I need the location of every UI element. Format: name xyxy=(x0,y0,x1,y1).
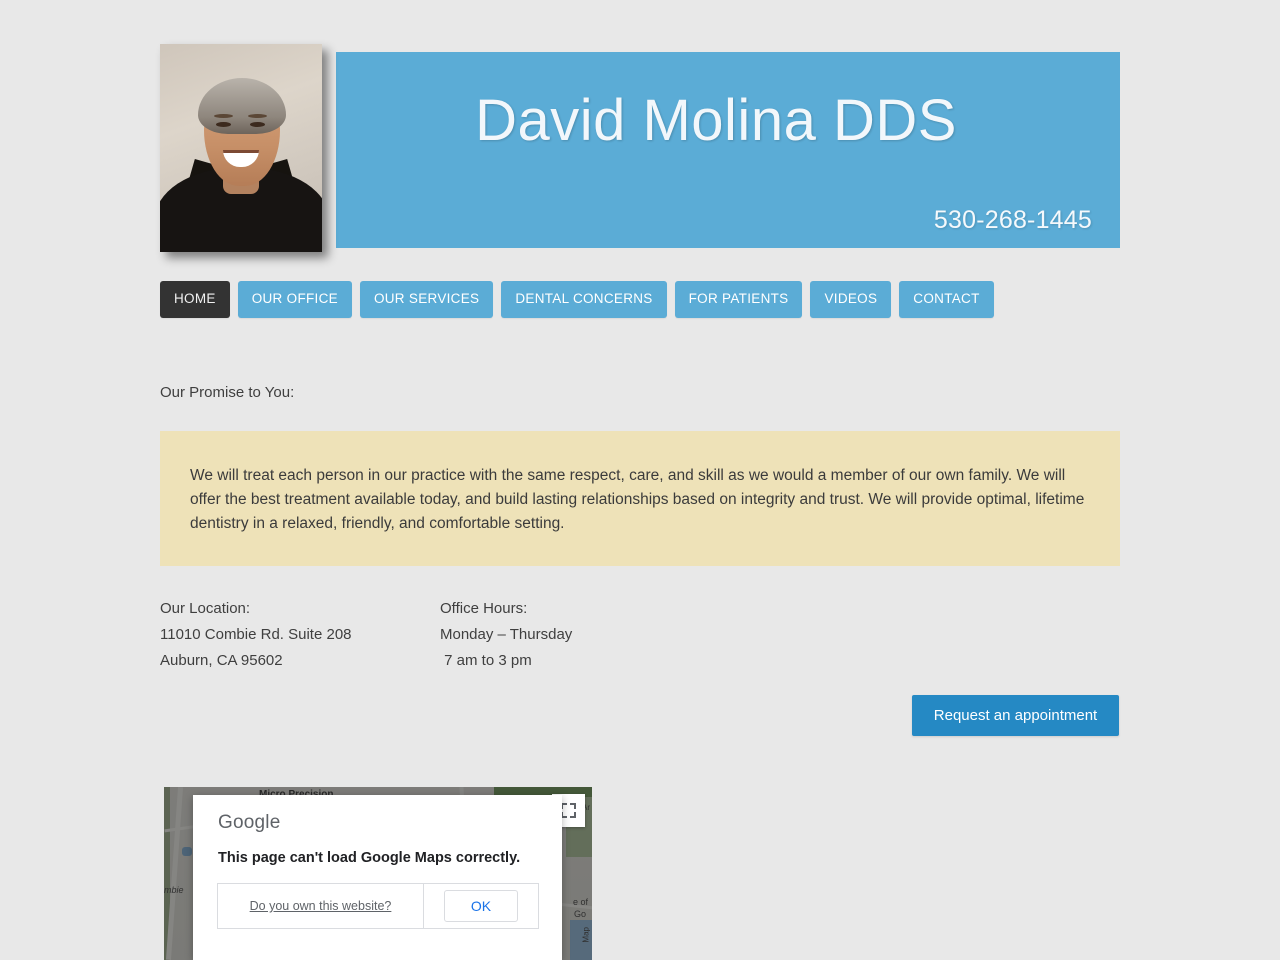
request-appointment-button[interactable]: Request an appointment xyxy=(912,695,1119,736)
nav-item-for-patients[interactable]: FOR PATIENTS xyxy=(674,281,803,318)
office-hours-block: Office Hours: Monday – Thursday 7 am to … xyxy=(440,596,572,674)
location-heading: Our Location: xyxy=(160,600,251,617)
location-city-state-zip: Auburn, CA 95602 xyxy=(160,652,283,669)
error-message: This page can't load Google Maps correct… xyxy=(218,850,521,866)
dialog-action-bar: Do you own this website? OK xyxy=(217,883,539,929)
google-maps-error-dialog: Google This page can't load Google Maps … xyxy=(193,795,562,960)
office-hours-times: 7 am to 3 pm xyxy=(440,652,532,669)
nav-item-videos[interactable]: VIDEOS xyxy=(810,281,892,318)
doctor-portrait-photo xyxy=(160,44,322,252)
portrait-eyebrow-right xyxy=(248,114,267,118)
location-street: 11010 Combie Rd. Suite 208 xyxy=(160,626,352,643)
page-title: David Molina DDS xyxy=(475,88,957,153)
portrait-eye-right xyxy=(250,122,265,127)
ok-button[interactable]: OK xyxy=(444,890,518,922)
header-banner: David Molina DDS 530-268-1445 xyxy=(336,52,1120,248)
nav-item-home[interactable]: HOME xyxy=(160,281,230,318)
office-hours-heading: Office Hours: xyxy=(440,600,528,617)
header-phone: 530-268-1445 xyxy=(933,206,1092,234)
own-this-website-link[interactable]: Do you own this website? xyxy=(218,884,424,928)
nav-item-dental-concerns[interactable]: DENTAL CONCERNS xyxy=(501,281,667,318)
page-root: David Molina DDS 530-268-1445 HOME OUR O… xyxy=(0,0,1280,960)
office-hours-days: Monday – Thursday xyxy=(440,626,573,643)
portrait-eyebrow-left xyxy=(214,114,233,118)
main-navigation: HOME OUR OFFICE OUR SERVICES DENTAL CONC… xyxy=(160,281,994,318)
portrait-eye-left xyxy=(216,122,231,127)
nav-item-our-office[interactable]: OUR OFFICE xyxy=(237,281,352,318)
location-block: Our Location: 11010 Combie Rd. Suite 208… xyxy=(160,596,352,674)
promise-heading: Our Promise to You: xyxy=(160,384,295,401)
nav-item-contact[interactable]: CONTACT xyxy=(899,281,994,318)
fullscreen-icon xyxy=(561,803,576,818)
nav-item-our-services[interactable]: OUR SERVICES xyxy=(359,281,494,318)
site-header: David Molina DDS 530-268-1445 xyxy=(160,44,1120,252)
ok-button-cell: OK xyxy=(424,884,538,928)
portrait-hair xyxy=(198,78,286,134)
google-logo-text: Google xyxy=(218,812,281,833)
promise-box: We will treat each person in our practic… xyxy=(160,431,1120,566)
promise-text: We will treat each person in our practic… xyxy=(190,467,1085,532)
